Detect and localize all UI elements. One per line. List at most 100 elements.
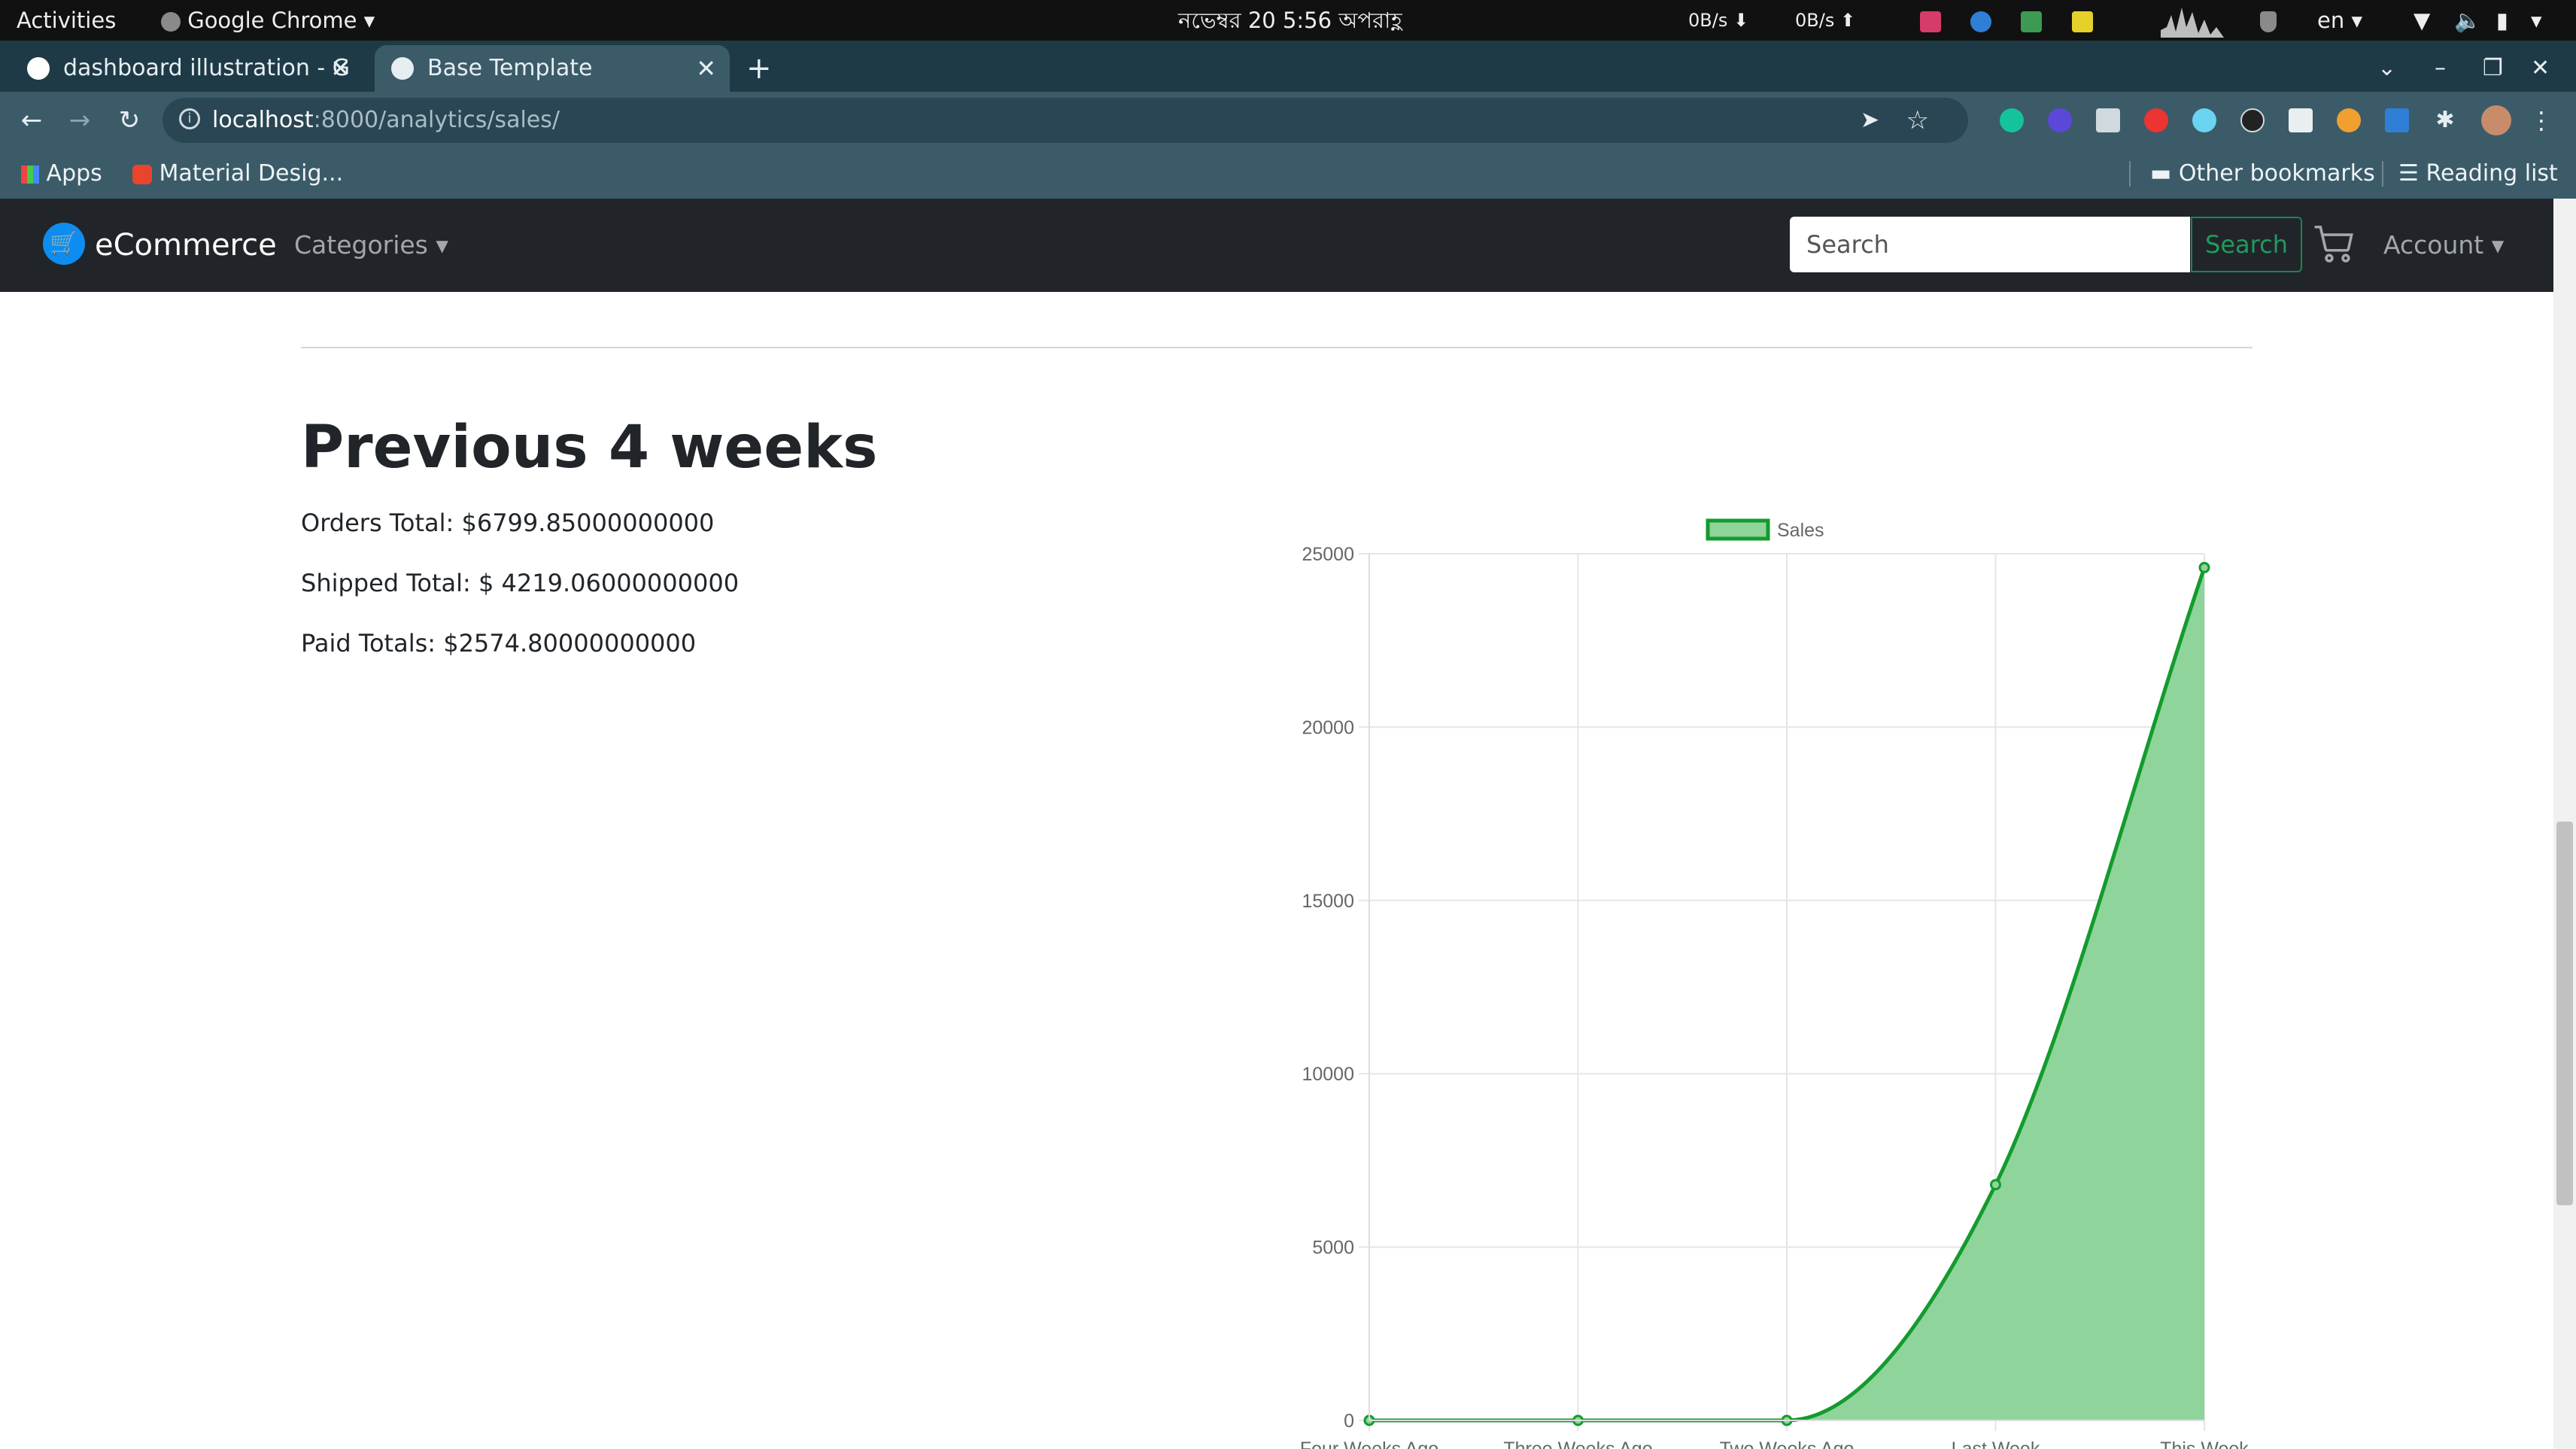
folder-icon: ▬ bbox=[2150, 160, 2172, 187]
legend-label: Sales bbox=[1777, 520, 1824, 541]
caret-down-icon: ▾ bbox=[2491, 230, 2505, 260]
apps-bookmark[interactable]: Apps bbox=[21, 149, 102, 199]
tray-app-icon[interactable] bbox=[1920, 11, 1941, 32]
kebab-menu-icon[interactable]: ⋮ bbox=[2529, 108, 2553, 132]
plus-icon: + bbox=[746, 51, 772, 86]
wifi-icon[interactable]: ▼ bbox=[2413, 0, 2430, 41]
tray-icons[interactable] bbox=[1920, 0, 2093, 41]
tray-network-tool-icon[interactable] bbox=[2021, 11, 2043, 32]
reading-list-label: Reading list bbox=[2426, 160, 2558, 187]
url-text[interactable]: localhost:8000/analytics/sales/ bbox=[212, 98, 560, 143]
brand-link[interactable]: eCommerce bbox=[95, 199, 277, 292]
new-tab-button[interactable]: + bbox=[746, 45, 784, 92]
x-tick-label: Last Week bbox=[1952, 1438, 2040, 1449]
tray-chat-icon[interactable] bbox=[1970, 11, 1992, 32]
close-tab-icon[interactable]: ✕ bbox=[330, 45, 351, 92]
bookmarks-divider bbox=[2382, 161, 2383, 187]
google-icon bbox=[27, 57, 50, 80]
send-icon[interactable]: ➤ bbox=[1861, 98, 1879, 143]
clock[interactable]: নভেম্বর 20 5:56 অপরাহ্ণ bbox=[1178, 0, 1402, 41]
reading-list[interactable]: ☰ Reading list bbox=[2398, 149, 2558, 199]
scrollbar-thumb[interactable] bbox=[2556, 822, 2573, 1205]
puzzle-icon[interactable]: ✱ bbox=[2433, 108, 2457, 132]
tab-base-template[interactable]: Base Template ✕ bbox=[375, 45, 730, 92]
extension-badge-icon[interactable] bbox=[2048, 108, 2072, 132]
minimize-icon: – bbox=[2435, 55, 2446, 81]
reading-list-icon: ☰ bbox=[2398, 160, 2419, 187]
y-tick-label: 10000 bbox=[1302, 1064, 1354, 1085]
close-tab-icon[interactable]: ✕ bbox=[696, 45, 716, 92]
grammarly-icon[interactable] bbox=[2000, 108, 2024, 132]
system-monitor-graph-icon[interactable] bbox=[2161, 5, 2224, 38]
tab-strip: dashboard illustration - G ✕ Base Templa… bbox=[0, 41, 2576, 92]
app-name: Google Chrome bbox=[187, 8, 357, 33]
extension-building-icon[interactable] bbox=[2096, 108, 2120, 132]
close-window-button[interactable]: ✕ bbox=[2531, 45, 2561, 92]
shipped-total: Shipped Total: $ 4219.06000000000 bbox=[301, 569, 740, 597]
bookmarks-bar: Apps Material Desig... ▬ Other bookmarks… bbox=[0, 149, 2576, 200]
x-tick-label: This Week bbox=[2160, 1438, 2249, 1449]
y-tick-label: 5000 bbox=[1312, 1238, 1354, 1259]
account-label: Account bbox=[2383, 230, 2484, 260]
volume-icon[interactable]: 🔈 bbox=[2454, 0, 2481, 41]
app-menu[interactable]: Google Chrome ▾ bbox=[161, 0, 375, 41]
x-tick-label: Four Weeks Ago bbox=[1300, 1438, 1438, 1449]
tab-dashboard-illustration[interactable]: dashboard illustration - G ✕ bbox=[11, 45, 364, 92]
y-tick-label: 0 bbox=[1344, 1411, 1354, 1432]
caret-down-icon: ▾ bbox=[436, 230, 448, 260]
tab-search-button[interactable]: ⌄ bbox=[2377, 45, 2407, 92]
search-input[interactable] bbox=[1790, 217, 2190, 272]
x-tick-label: Two Weeks Ago bbox=[1720, 1438, 1855, 1449]
net-down-speed: 0B/s ⬇ bbox=[1688, 0, 1748, 41]
avatar[interactable] bbox=[2481, 105, 2511, 135]
page-scrollbar[interactable] bbox=[2553, 199, 2576, 1449]
info-icon[interactable]: i bbox=[179, 108, 200, 129]
extension-window-icon[interactable] bbox=[2289, 108, 2313, 132]
minimize-button[interactable]: – bbox=[2435, 45, 2465, 92]
y-tick-label: 25000 bbox=[1302, 544, 1354, 565]
chevron-down-icon: ⌄ bbox=[2377, 55, 2397, 81]
language-label: en bbox=[2317, 8, 2345, 33]
adblock-icon[interactable] bbox=[2144, 108, 2168, 132]
url-path: :8000/analytics/sales/ bbox=[313, 107, 560, 133]
other-bookmarks[interactable]: ▬ Other bookmarks bbox=[2150, 149, 2375, 199]
section-divider bbox=[301, 347, 2252, 348]
battery-icon[interactable]: ▮ bbox=[2496, 0, 2508, 41]
other-bookmarks-label: Other bookmarks bbox=[2178, 160, 2375, 187]
extension-dark-icon[interactable] bbox=[2240, 108, 2265, 132]
language-indicator[interactable]: en ▾ bbox=[2317, 0, 2362, 41]
restore-button[interactable]: ❐ bbox=[2483, 45, 2513, 92]
extension-orange-icon[interactable] bbox=[2337, 108, 2361, 132]
translate-icon[interactable] bbox=[2385, 108, 2409, 132]
material-logo-icon bbox=[132, 164, 152, 184]
tray-notes-icon[interactable] bbox=[2071, 11, 2093, 32]
net-down-value: 0B/s bbox=[1688, 10, 1728, 31]
forward-button[interactable]: → bbox=[62, 102, 98, 138]
star-icon[interactable]: ☆ bbox=[1906, 98, 1929, 143]
arrow-right-icon: → bbox=[68, 105, 91, 135]
paid-totals: Paid Totals: $2574.80000000000 bbox=[301, 629, 697, 658]
chevron-down-icon[interactable]: ▾ bbox=[2531, 0, 2542, 41]
url-host: localhost bbox=[212, 107, 314, 133]
restore-icon: ❐ bbox=[2483, 55, 2503, 81]
shield-icon[interactable] bbox=[2260, 0, 2277, 41]
material-bookmark[interactable]: Material Desig... bbox=[132, 149, 343, 199]
x-tick-label: Three Weeks Ago bbox=[1503, 1438, 1652, 1449]
account-dropdown[interactable]: Account ▾ bbox=[2383, 199, 2504, 292]
arrow-down-icon: ⬇ bbox=[1733, 10, 1749, 31]
reload-icon: ↻ bbox=[118, 105, 141, 135]
react-devtools-icon[interactable] bbox=[2192, 108, 2216, 132]
browser-toolbar: ← → ↻ i localhost:8000/analytics/sales/ … bbox=[0, 92, 2576, 149]
address-bar[interactable]: i localhost:8000/analytics/sales/ ➤ ☆ bbox=[163, 98, 1968, 143]
shopping-cart-icon[interactable] bbox=[2313, 221, 2359, 268]
search-button[interactable]: Search bbox=[2191, 217, 2302, 272]
reload-button[interactable]: ↻ bbox=[111, 102, 147, 138]
y-tick-label: 15000 bbox=[1302, 891, 1354, 912]
sales-data-point bbox=[1990, 1179, 2001, 1191]
apps-grid-icon bbox=[21, 165, 39, 184]
categories-dropdown[interactable]: Categories ▾ bbox=[294, 199, 448, 292]
cart-logo-icon[interactable]: 🛒 bbox=[43, 223, 85, 265]
back-button[interactable]: ← bbox=[14, 102, 50, 138]
activities-button[interactable]: Activities bbox=[17, 0, 116, 41]
system-top-bar: Activities Google Chrome ▾ নভেম্বর 20 5:… bbox=[0, 0, 2576, 41]
